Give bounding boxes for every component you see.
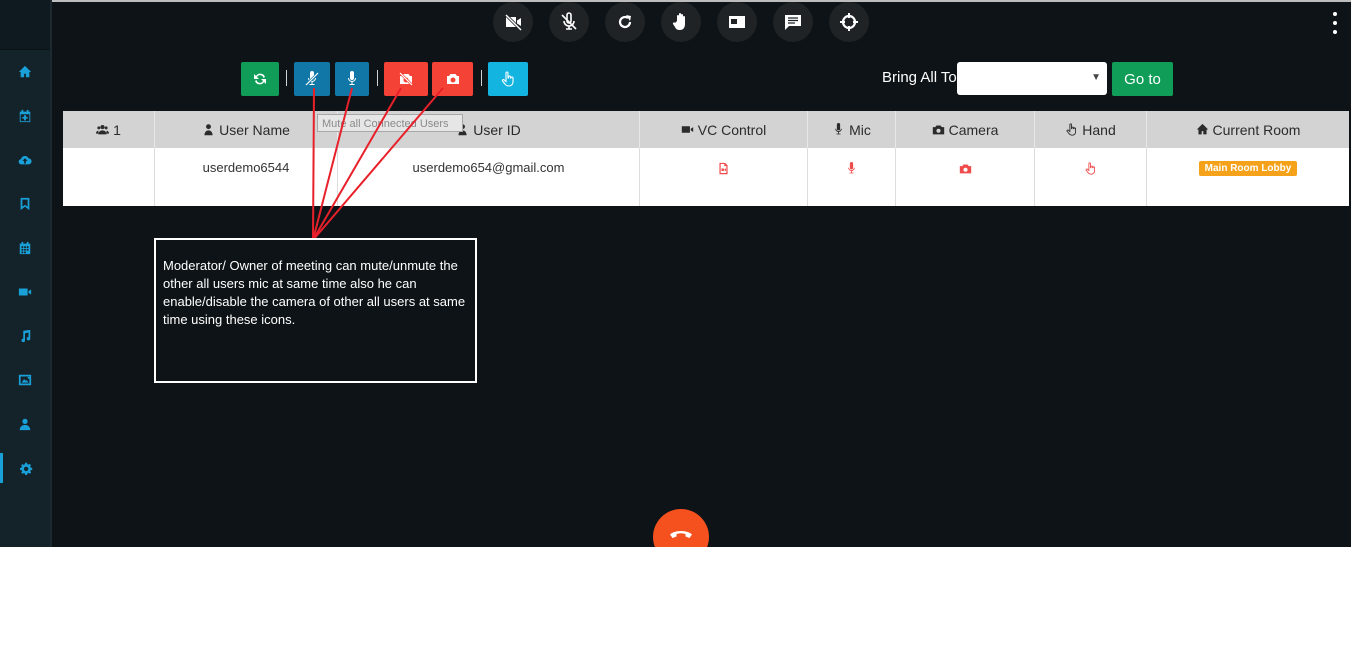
separator	[286, 70, 287, 86]
cell-user-id: userdemo654@gmail.com	[338, 148, 640, 206]
calendar-icon[interactable]	[0, 233, 50, 263]
calendar-plus-icon[interactable]	[0, 101, 50, 131]
hand-pointer-icon	[501, 71, 514, 87]
mic-mute-icon	[305, 71, 319, 86]
phone-hangup-icon	[670, 531, 692, 538]
header-mic: Mic	[808, 111, 896, 148]
unmute-all-button[interactable]	[335, 62, 369, 96]
table-header: 1 User Name User ID VC Control Mic Camer…	[63, 111, 1349, 148]
users-icon	[96, 125, 110, 135]
room-select[interactable]: ▼	[957, 62, 1107, 95]
goto-button[interactable]: Go to	[1112, 62, 1173, 96]
mic-off-icon[interactable]	[549, 2, 589, 42]
mute-all-button[interactable]	[294, 62, 330, 96]
sidebar-divider	[50, 0, 52, 547]
music-icon[interactable]	[0, 321, 50, 351]
image-icon[interactable]	[0, 365, 50, 395]
separator	[377, 70, 378, 86]
cell-mic	[808, 148, 896, 206]
enable-all-cameras-button[interactable]	[432, 62, 473, 96]
header-user-name-label: User Name	[219, 121, 290, 138]
cell-camera	[896, 148, 1035, 206]
user-icon	[204, 124, 213, 136]
header-count: 1	[63, 111, 155, 148]
sidebar	[0, 0, 50, 547]
blank-area	[0, 547, 1351, 655]
bring-all-label: Bring All To	[882, 69, 957, 86]
mic-icon	[347, 71, 357, 85]
home-icon	[1196, 123, 1208, 135]
header-user-id-label: User ID	[473, 121, 521, 138]
cell-count	[63, 148, 155, 206]
camera-off-icon	[399, 72, 413, 86]
chevron-down-icon: ▼	[1091, 72, 1101, 83]
cogs-icon[interactable]	[0, 453, 50, 483]
camera-icon	[932, 125, 944, 135]
conference-app: Bring All To ▼ Go to 1 User Name User ID…	[0, 0, 1351, 547]
microphone-icon	[835, 123, 842, 135]
hand-pointer-icon[interactable]	[1084, 162, 1097, 175]
lower-all-hands-button[interactable]	[488, 62, 528, 96]
cell-vc-control	[640, 148, 808, 206]
cloud-upload-icon[interactable]	[0, 145, 50, 175]
bookmark-icon[interactable]	[0, 189, 50, 219]
users-table: 1 User Name User ID VC Control Mic Camer…	[63, 111, 1349, 206]
screen-share-icon[interactable]	[717, 2, 757, 42]
header-count-label: 1	[113, 121, 121, 138]
refresh-users-button[interactable]	[241, 62, 279, 96]
video-icon	[681, 126, 693, 133]
header-current-room-label: Current Room	[1212, 121, 1301, 138]
table-row: userdemo6544 userdemo654@gmail.com Main …	[63, 148, 1349, 206]
sidebar-header	[0, 0, 50, 50]
separator	[481, 70, 482, 86]
cell-hand	[1035, 148, 1147, 206]
chat-icon[interactable]	[773, 2, 813, 42]
end-call-button[interactable]	[653, 509, 709, 547]
room-badge[interactable]: Main Room Lobby	[1198, 161, 1298, 176]
microphone-icon[interactable]	[845, 162, 858, 175]
camera-icon	[446, 74, 459, 84]
refresh-icon[interactable]	[605, 2, 645, 42]
kebab-icon[interactable]	[1329, 12, 1341, 34]
header-hand: Hand	[1035, 111, 1147, 148]
header-user-name: User Name	[155, 111, 338, 148]
home-icon[interactable]	[0, 57, 50, 87]
video-file-icon[interactable]	[717, 162, 730, 175]
disable-all-cameras-button[interactable]	[384, 62, 428, 96]
annotation-box: Moderator/ Owner of meeting can mute/unm…	[154, 238, 477, 383]
hand-pointer-icon	[1066, 123, 1077, 136]
header-hand-label: Hand	[1082, 121, 1116, 138]
header-current-room: Current Room	[1147, 111, 1349, 148]
refresh-icon	[254, 73, 266, 85]
camera-icon[interactable]	[959, 162, 972, 175]
header-vc-control-label: VC Control	[697, 121, 767, 138]
header-camera: Camera	[896, 111, 1035, 148]
cell-user-name: userdemo6544	[155, 148, 338, 206]
cell-current-room: Main Room Lobby	[1147, 148, 1349, 206]
raise-hand-icon[interactable]	[661, 2, 701, 42]
header-mic-label: Mic	[849, 121, 871, 138]
video-off-icon[interactable]	[493, 2, 533, 42]
crosshair-icon[interactable]	[829, 2, 869, 42]
mute-all-tooltip: Mute all Connected Users	[317, 114, 463, 132]
header-vc-control: VC Control	[640, 111, 808, 148]
user-icon[interactable]	[0, 409, 50, 439]
top-border	[52, 0, 1351, 2]
header-camera-label: Camera	[948, 121, 999, 138]
video-icon[interactable]	[0, 277, 50, 307]
